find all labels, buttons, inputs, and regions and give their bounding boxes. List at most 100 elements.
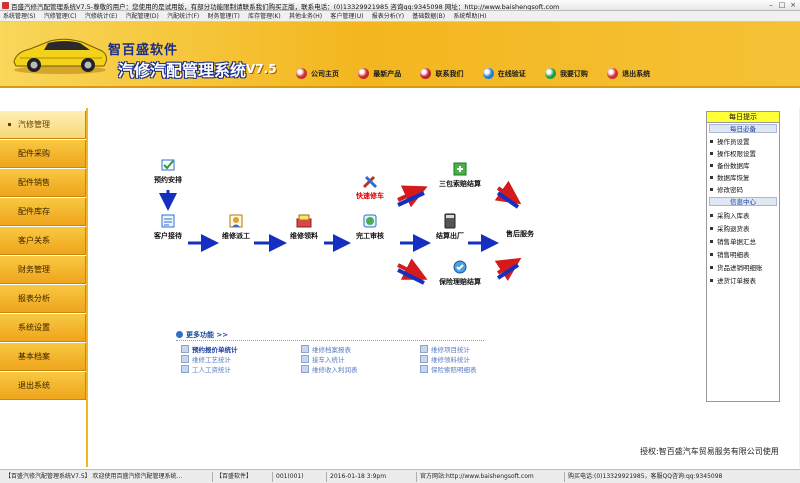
link-income-profit[interactable]: 维修收入利润表 [301, 364, 358, 374]
daily-tips-title: 每日提示 [707, 112, 779, 123]
home-icon [296, 68, 307, 79]
link-quote-stats[interactable]: 预约报价单统计 [181, 344, 238, 354]
maximize-button[interactable]: □ [777, 1, 787, 9]
materials-icon [296, 214, 312, 228]
node-reception[interactable]: 客户接待 [138, 212, 198, 241]
tips-item-goods-ledger[interactable]: 货品进销明细账 [710, 262, 763, 272]
menu-inventory[interactable]: 库存管理(K) [245, 11, 284, 21]
status-datetime: 2016-01-18 3:9pm [326, 472, 414, 482]
menu-system[interactable]: 系统管理(S) [0, 11, 39, 21]
nav-contact[interactable]: 联系我们 [420, 68, 463, 79]
node-materials[interactable]: 维修领料 [274, 212, 334, 241]
status-phone: 购买电话:(0)13329921985，客服QQ咨询:qq:9345098 [564, 472, 798, 482]
link-wage-stats[interactable]: 工人工资统计 [181, 364, 231, 374]
menu-repair[interactable]: 汽修管理(C) [41, 11, 80, 21]
tips-item-purchase-return[interactable]: 采购退货表 [710, 223, 750, 233]
status-user: 001(001) [272, 472, 324, 482]
status-bar: 【百盛汽修汽配管理系统V7.5】 欢迎使用百盛汽修汽配管理系统... 【百盛软件… [0, 469, 800, 483]
sports-car-logo [13, 38, 107, 74]
more-functions-header[interactable]: 更多功能 >> [176, 330, 228, 340]
tips-item-sales-summary[interactable]: 销售单据汇总 [710, 236, 756, 246]
daily-tips-panel: 每日提示 每日必备 操作员设置 操作权限设置 备份数据库 数据库恢复 修改密码 … [706, 111, 780, 402]
exit-icon [607, 68, 619, 79]
logo-version: V7.5 [246, 62, 277, 76]
menu-help[interactable]: 系统帮助(H) [450, 11, 489, 21]
link-intake-stats[interactable]: 接车入统计 [301, 354, 345, 364]
more-functions-icon [176, 331, 183, 338]
menu-parts-stats[interactable]: 汽配统计(F) [164, 11, 202, 21]
order-icon [544, 68, 556, 79]
tips-item-purchase-order[interactable]: 进货订单报表 [710, 275, 756, 285]
menu-parts[interactable]: 汽配管理(D) [123, 11, 162, 21]
link-process-stats[interactable]: 维修工艺统计 [181, 354, 231, 364]
more-functions-panel: 更多功能 >> 预约报价单统计 维修工艺统计 工人工资统计 维修档案报表 接车入… [176, 330, 484, 378]
tips-section-info-center: 信息中心 [709, 197, 777, 206]
node-settlement[interactable]: 结算出厂 [420, 212, 480, 241]
tips-item-restore[interactable]: 数据库恢复 [710, 172, 750, 182]
tips-item-permissions[interactable]: 操作权限设置 [710, 148, 756, 158]
minimize-button[interactable]: – [766, 1, 776, 9]
tips-item-purchase-in[interactable]: 采购入库表 [710, 210, 750, 220]
node-review[interactable]: 完工审核 [340, 212, 400, 241]
review-icon [363, 214, 377, 228]
tips-item-operator[interactable]: 操作员设置 [710, 136, 750, 146]
sidebar-item-repair[interactable]: 汽修管理 [0, 111, 86, 139]
nav-verify[interactable]: 在线验证 [482, 68, 526, 79]
link-item-stats[interactable]: 维修项目统计 [420, 344, 470, 354]
node-dispatch[interactable]: 维修派工 [206, 212, 266, 241]
node-insurance-settlement[interactable]: 保险理赔结算 [430, 258, 490, 287]
sidebar-item-settings[interactable]: 系统设置 [0, 314, 86, 342]
booking-icon [161, 159, 175, 171]
sidebar: 汽修管理 配件采购 配件销售 配件库存 客户关系 财务管理 报表分析 系统设置 … [0, 111, 86, 400]
tips-item-sales-detail[interactable]: 销售明细表 [710, 249, 750, 259]
calculator-icon [444, 213, 456, 229]
app-icon [2, 2, 9, 9]
sidebar-item-inventory[interactable]: 配件库存 [0, 198, 86, 226]
menu-other[interactable]: 其他业务(H) [286, 11, 325, 21]
menu-reports[interactable]: 报表分析(Y) [369, 11, 407, 21]
close-button[interactable]: × [788, 1, 798, 9]
window-title: 百盛汽修汽配管理系统V7.5-尊敬的用户：您使用的是试用版，有部分功能限制请联系… [11, 3, 560, 11]
contact-icon [420, 68, 432, 79]
tips-item-backup[interactable]: 备份数据库 [710, 160, 750, 170]
tips-section-essentials: 每日必备 [709, 124, 777, 133]
menu-customer[interactable]: 客户管理(U) [327, 11, 366, 21]
nav-order[interactable]: 我要订购 [544, 68, 588, 79]
top-nav: 公司主页 最新产品 联系我们 在线验证 我要订购 退出系统 [296, 68, 667, 84]
tips-item-password[interactable]: 修改密码 [710, 184, 743, 194]
link-materials-stats[interactable]: 维修领料统计 [420, 354, 470, 364]
sidebar-item-reports[interactable]: 报表分析 [0, 285, 86, 313]
status-company: 【百盛软件】 [212, 472, 270, 482]
menu-basedata[interactable]: 基础数据(B) [409, 11, 448, 21]
dispatch-icon [229, 214, 243, 228]
warranty-icon [453, 162, 467, 176]
content-top-band [86, 90, 800, 108]
sidebar-item-finance[interactable]: 财务管理 [0, 256, 86, 284]
sidebar-item-sales[interactable]: 配件销售 [0, 169, 86, 197]
node-quick-repair[interactable]: 快速修车 [340, 172, 400, 201]
logo-product-name: 汽修汽配管理系统 [118, 61, 247, 80]
node-warranty-settlement[interactable]: 三包索赔结算 [430, 160, 490, 189]
sidebar-item-archive[interactable]: 基本档案 [0, 343, 86, 371]
link-repair-archive[interactable]: 维修档案报表 [301, 344, 351, 354]
sidebar-item-customer[interactable]: 客户关系 [0, 227, 86, 255]
nav-home[interactable]: 公司主页 [296, 68, 339, 79]
sidebar-item-exit[interactable]: 退出系统 [0, 372, 86, 400]
nav-exit[interactable]: 退出系统 [607, 68, 650, 79]
license-credit: 授权:智百盛汽车贸易服务有限公司使用 [640, 447, 779, 456]
status-website: 官方网站:http://www.baishengsoft.com [416, 472, 562, 482]
more-functions-divider [176, 340, 484, 341]
new-product-icon [358, 68, 370, 79]
menu-repair-stats[interactable]: 汽修统计(E) [82, 11, 120, 21]
sidebar-item-purchase[interactable]: 配件采购 [0, 140, 86, 168]
link-claim-details[interactable]: 保险索赔明细表 [420, 364, 477, 374]
nav-new-products[interactable]: 最新产品 [358, 68, 401, 79]
reception-icon [161, 214, 175, 228]
node-booking[interactable]: 预约安排 [138, 156, 198, 185]
menu-finance[interactable]: 财务管理(T) [204, 11, 242, 21]
node-after-sales[interactable]: 售后服务 [490, 228, 550, 239]
insurance-icon [453, 260, 467, 274]
tools-icon [362, 175, 378, 189]
logo-company: 智百盛软件 [108, 43, 179, 58]
menu-bar: 系统管理(S) 汽修管理(C) 汽修统计(E) 汽配管理(D) 汽配统计(F) … [0, 11, 800, 22]
